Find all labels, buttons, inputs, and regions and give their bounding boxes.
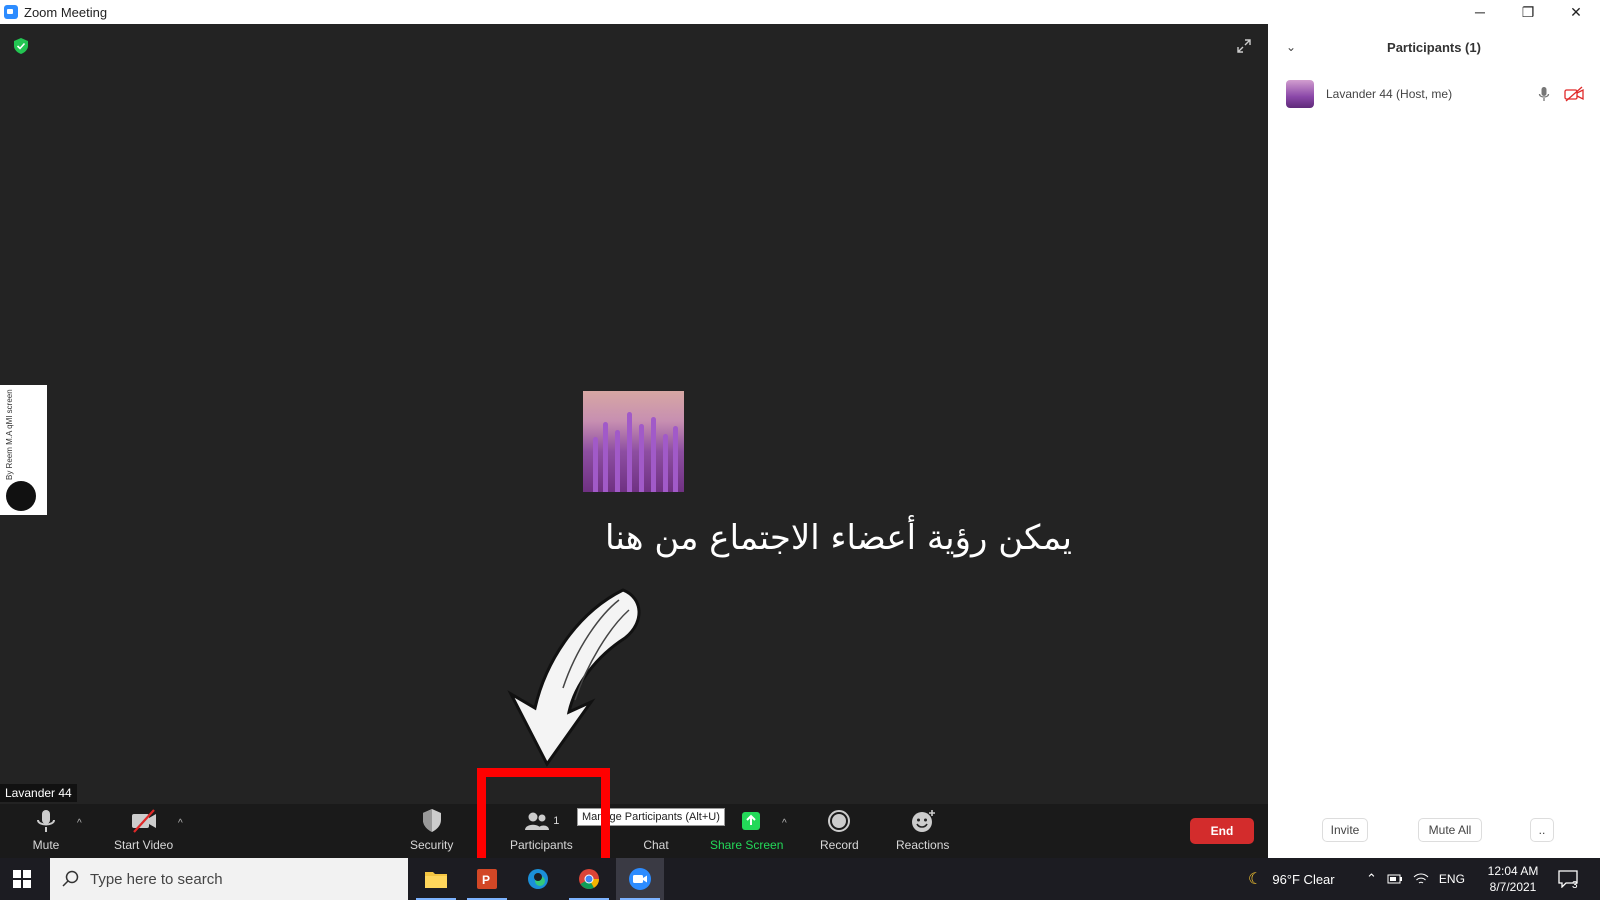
security-button[interactable]: Security [410,808,453,852]
reactions-label: Reactions [896,838,950,852]
mute-all-button[interactable]: Mute All [1418,818,1482,842]
windows-taskbar: Type here to search P ☾ 96°F Clear ⌃ ENG… [0,858,1600,900]
powerpoint-icon: P [477,869,497,889]
powerpoint-taskbar-button[interactable]: P [463,858,511,900]
microphone-icon[interactable] [1538,86,1550,102]
annotation-arrow-icon [507,588,641,767]
language-indicator[interactable]: ENG [1439,872,1465,886]
participant-name-tag: Lavander 44 [0,784,77,802]
search-icon [62,870,79,887]
system-tray: ⌃ ENG [1366,858,1465,900]
taskbar-clock[interactable]: 12:04 AM 8/7/2021 [1478,863,1548,895]
share-screen-icon [741,812,760,830]
video-area: By Reem M.A qMI screen يمكن رؤية أعضاء ا… [0,24,1268,804]
edge-browser-icon [528,869,548,889]
audio-options-caret[interactable]: ^ [77,818,82,829]
record-button[interactable]: Record [820,808,859,852]
chrome-browser-icon [579,869,600,889]
watermark-badge: By Reem M.A qMI screen [0,385,47,515]
taskbar-search-box[interactable]: Type here to search [50,858,408,900]
video-off-icon [131,809,156,833]
chat-label: Chat [643,838,669,852]
more-options-button[interactable]: .. [1530,818,1554,842]
record-label: Record [820,838,859,852]
participant-name: Lavander 44 (Host, me) [1326,87,1453,101]
microphone-icon [37,810,55,832]
restore-button[interactable]: ❐ [1504,0,1552,24]
encryption-shield-icon[interactable] [14,38,28,54]
wifi-icon[interactable] [1413,872,1429,886]
minimize-button[interactable]: ─ [1456,0,1504,24]
edge-taskbar-button[interactable] [514,858,562,900]
security-shield-icon [422,809,441,832]
share-screen-label: Share Screen [710,838,784,852]
zoom-taskbar-button[interactable] [616,858,664,900]
windows-start-icon[interactable] [13,870,31,888]
overlay-annotation-text: يمكن رؤية أعضاء الاجتماع من هنا [605,518,1072,558]
share-options-caret[interactable]: ^ [782,818,787,829]
invite-button[interactable]: Invite [1322,818,1368,842]
close-button[interactable]: ✕ [1552,0,1600,24]
folder-icon [425,872,447,888]
svg-text:P: P [482,873,490,887]
notification-count: 3 [1572,879,1578,891]
battery-icon[interactable] [1387,873,1403,885]
zoom-app-icon [629,868,651,890]
annotation-highlight-box [477,768,610,868]
security-label: Security [410,838,454,852]
clock-time: 12:04 AM [1487,864,1539,878]
participants-panel: ⌄ Participants (1) Lavander 44 (Host, me… [1268,24,1600,858]
fullscreen-icon[interactable] [1236,38,1252,54]
reactions-emoji-icon [911,810,935,832]
notification-center[interactable]: 3 [1558,858,1578,900]
record-icon [828,810,851,832]
start-video-button[interactable]: Start Video [114,808,173,852]
mute-label: Mute [32,838,60,852]
start-video-label: Start Video [114,838,174,852]
watermark-text: By Reem M.A qMI screen [5,389,14,480]
mute-button[interactable]: Mute [32,808,60,852]
chrome-taskbar-button[interactable] [565,858,613,900]
video-options-caret[interactable]: ^ [178,818,183,829]
video-off-icon[interactable] [1564,86,1584,102]
zoom-app-icon [4,5,18,19]
participant-avatar [583,391,684,492]
moon-icon: ☾ [1248,871,1263,888]
participant-row[interactable]: Lavander 44 (Host, me) [1286,78,1586,110]
weather-widget[interactable]: ☾ 96°F Clear [1248,858,1335,900]
end-meeting-button[interactable]: End [1190,818,1254,844]
reactions-button[interactable]: Reactions [896,808,949,852]
weather-text: 96°F Clear [1272,871,1335,887]
participant-thumbnail [1286,80,1314,108]
search-placeholder: Type here to search [90,870,223,888]
panel-title: Participants (1) [1387,40,1481,55]
watermark-logo-icon [6,481,36,511]
window-title: Zoom Meeting [24,4,108,20]
title-bar: Zoom Meeting ─ ❐ ✕ [0,0,1600,24]
show-hidden-icons-icon[interactable]: ⌃ [1366,871,1377,887]
clock-date: 8/7/2021 [1489,880,1537,894]
file-explorer-taskbar-button[interactable] [412,858,460,900]
